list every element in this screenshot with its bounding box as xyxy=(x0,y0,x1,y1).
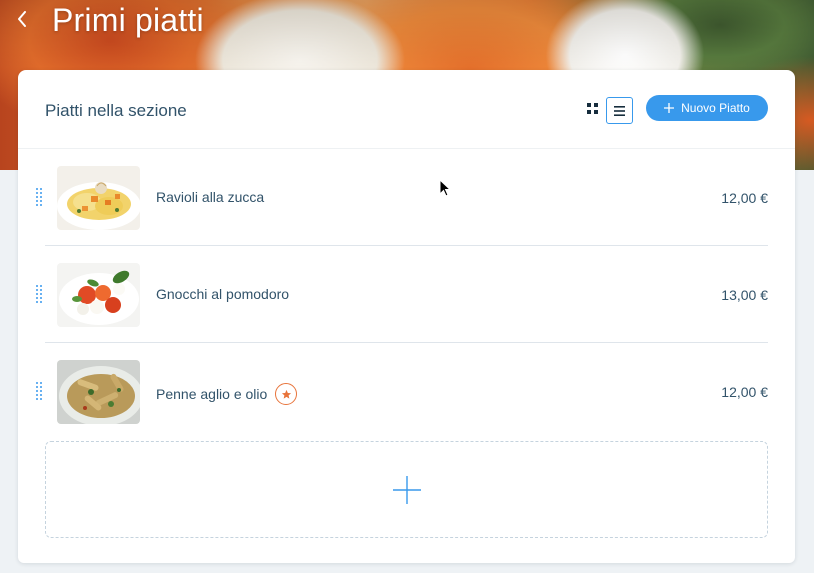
dish-row[interactable]: Penne aglio e olio 12,00 € xyxy=(18,343,795,440)
back-button[interactable] xyxy=(10,6,34,32)
plus-icon xyxy=(392,475,421,504)
dish-price: 12,00 € xyxy=(721,384,768,400)
plus-icon xyxy=(664,103,675,113)
drag-handle-icon[interactable] xyxy=(35,284,43,304)
dish-image xyxy=(57,360,140,424)
list-view-icon xyxy=(614,105,625,116)
drag-handle-icon[interactable] xyxy=(35,187,43,207)
star-icon xyxy=(281,389,291,399)
chevron-left-icon xyxy=(18,11,26,27)
featured-badge xyxy=(275,383,298,405)
dish-name-label: Penne aglio e olio xyxy=(156,386,268,402)
page-title: Primi piatti xyxy=(52,2,204,38)
dish-row[interactable]: Gnocchi al pomodoro 13,00 € xyxy=(18,246,795,343)
dish-price: 13,00 € xyxy=(721,287,768,303)
dish-image xyxy=(57,166,140,230)
new-dish-label: Nuovo Piatto xyxy=(681,101,750,115)
dish-image xyxy=(57,263,140,327)
mouse-cursor-icon xyxy=(439,179,451,197)
grid-view-icon xyxy=(587,103,598,114)
new-dish-button[interactable]: Nuovo Piatto xyxy=(646,95,768,121)
section-card: Piatti nella sezione Nuovo Piatto Raviol… xyxy=(18,70,795,563)
dish-name: Gnocchi al pomodoro xyxy=(156,286,289,302)
card-header: Piatti nella sezione Nuovo Piatto xyxy=(18,70,795,149)
add-dish-placeholder[interactable] xyxy=(45,441,768,538)
dish-name-label: Gnocchi al pomodoro xyxy=(156,286,290,302)
dish-name: Penne aglio e olio xyxy=(156,383,298,405)
drag-handle-icon[interactable] xyxy=(35,381,43,401)
grid-view-button[interactable] xyxy=(583,99,603,119)
dish-name: Ravioli alla zucca xyxy=(156,189,264,205)
section-title: Piatti nella sezione xyxy=(45,101,187,120)
list-view-button[interactable] xyxy=(606,97,633,124)
dish-name-label: Ravioli alla zucca xyxy=(156,189,265,205)
dish-price: 12,00 € xyxy=(721,190,768,206)
dish-list: Ravioli alla zucca 12,00 € Gnocchi al po… xyxy=(18,149,795,440)
dish-row[interactable]: Ravioli alla zucca 12,00 € xyxy=(18,149,795,246)
